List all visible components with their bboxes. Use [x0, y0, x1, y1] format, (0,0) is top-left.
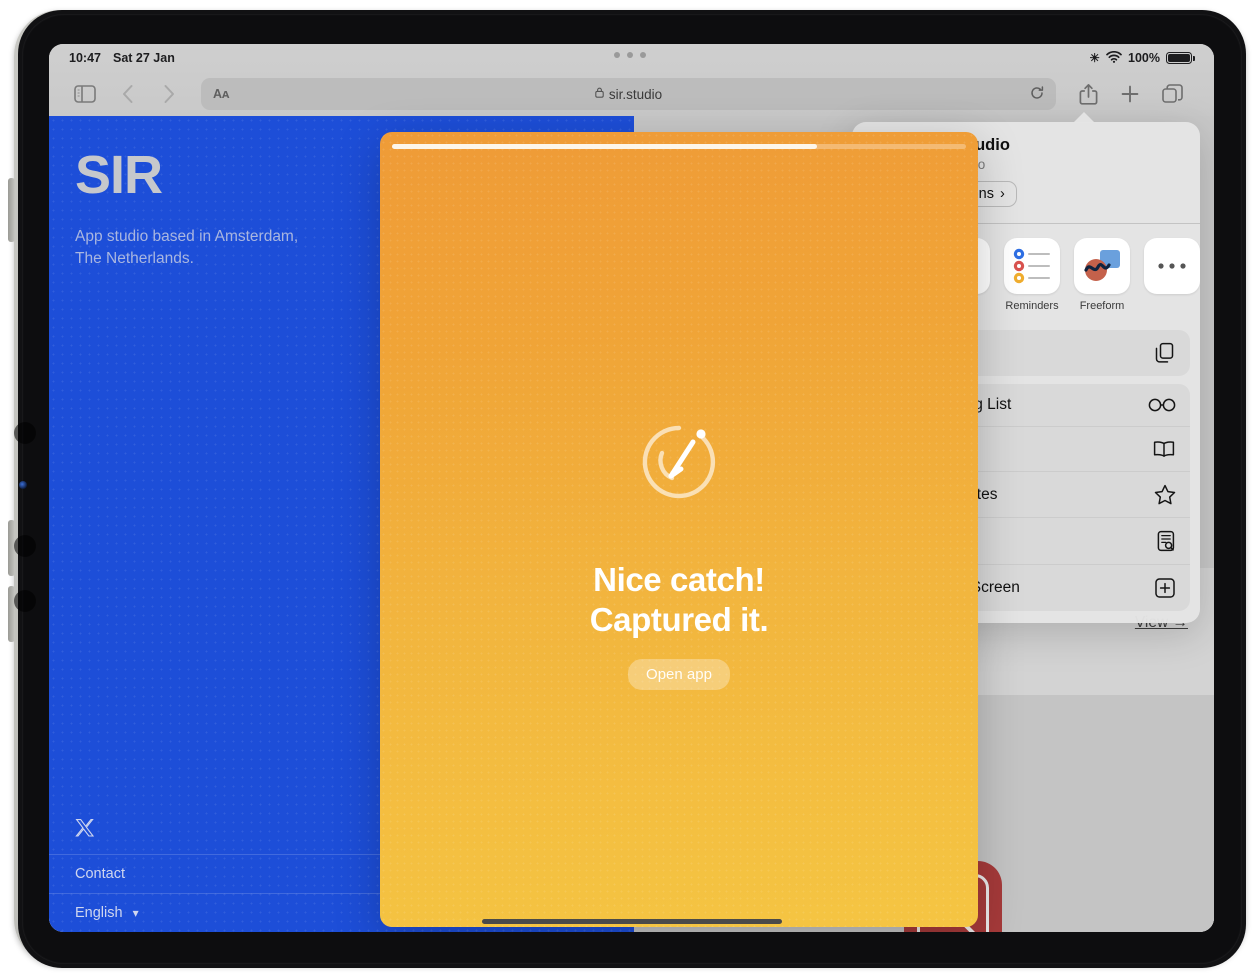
- browser-toolbar: Aᴀ sir.studio: [49, 72, 1214, 116]
- pen-circle-logo-icon: [631, 412, 727, 508]
- home-indicator[interactable]: [481, 919, 782, 924]
- sidebar-icon[interactable]: [65, 77, 105, 111]
- share-app-reminders[interactable]: Reminders: [1004, 238, 1060, 312]
- share-icon[interactable]: [1068, 77, 1108, 111]
- chevron-down-icon: ▾: [132, 906, 139, 920]
- reload-icon[interactable]: [1030, 85, 1044, 103]
- capture-success-overlay: Nice catch! Captured it. Open app: [380, 132, 978, 927]
- battery-icon: [1166, 51, 1195, 65]
- page-settings-icon[interactable]: Aᴀ: [213, 87, 229, 101]
- status-date: Sat 27 Jan: [112, 51, 175, 65]
- x-twitter-icon[interactable]: [75, 819, 95, 843]
- volume-down-button[interactable]: [8, 586, 15, 642]
- copy-icon: [1154, 342, 1176, 364]
- address-bar[interactable]: Aᴀ sir.studio: [201, 78, 1056, 110]
- tabs-overview-button[interactable]: [1152, 77, 1192, 111]
- open-app-button[interactable]: Open app: [628, 658, 730, 690]
- status-time: 10:47: [69, 51, 101, 65]
- status-bar: 10:47 Sat 27 Jan ☀ 100%: [49, 44, 1214, 72]
- capture-headline: Nice catch! Captured it.: [590, 560, 769, 641]
- page-tagline: App studio based in Amsterdam, The Nethe…: [75, 226, 298, 271]
- page-title: SIR: [75, 145, 163, 205]
- share-app-freeform[interactable]: Freeform: [1074, 238, 1130, 312]
- battery-percent: 100%: [1128, 51, 1160, 65]
- share-app-more[interactable]: [1144, 238, 1200, 312]
- reminders-app-icon: [1004, 238, 1060, 294]
- share-app-label: Reminders: [1005, 300, 1059, 312]
- share-app-label: Freeform: [1079, 300, 1125, 312]
- sun-icon: ☀: [1089, 51, 1101, 65]
- address-bar-url: sir.studio: [608, 86, 663, 102]
- front-camera-icon: [19, 481, 27, 489]
- status-bar-right: ☀ 100%: [1089, 50, 1195, 66]
- bezel-hole-mid: [14, 535, 36, 557]
- book-icon: [1152, 439, 1176, 459]
- plus-square-icon: [1154, 577, 1176, 599]
- wifi-icon: [1106, 50, 1122, 66]
- bezel-hole-top: [14, 422, 36, 444]
- capture-overlay-content: Nice catch! Captured it. Open app: [380, 412, 978, 690]
- capture-progress-fill: [392, 144, 817, 149]
- capture-progress-bar: [392, 144, 966, 149]
- capture-headline-line-2: Captured it.: [589, 601, 769, 639]
- star-icon: [1154, 484, 1176, 505]
- lock-icon: [595, 87, 604, 101]
- stage-manager-handle[interactable]: [614, 52, 646, 58]
- back-button[interactable]: [107, 77, 147, 111]
- bezel-hole-bottom: [14, 590, 36, 612]
- forward-button[interactable]: [149, 77, 189, 111]
- more-icon: [1144, 238, 1200, 294]
- power-button[interactable]: [8, 178, 15, 242]
- freeform-app-icon: [1074, 238, 1130, 294]
- screenshot-stage: 10:47 Sat 27 Jan ☀ 100% Aᴀ sir.studio SI…: [0, 0, 1260, 975]
- new-tab-button[interactable]: [1110, 77, 1150, 111]
- status-bar-left: 10:47 Sat 27 Jan: [69, 51, 175, 65]
- glasses-icon: [1148, 397, 1176, 413]
- chevron-right-icon: ›: [999, 186, 1005, 202]
- language-label: English: [75, 905, 123, 921]
- footer-contact-label: Contact: [75, 866, 125, 882]
- device-screen: 10:47 Sat 27 Jan ☀ 100% Aᴀ sir.studio SI…: [49, 44, 1214, 932]
- share-sheet-pointer: [1073, 112, 1095, 123]
- capture-headline-line-1: Nice catch!: [593, 561, 765, 598]
- tagline-line-1: App studio based in Amsterdam,: [75, 228, 299, 245]
- tagline-line-2: The Netherlands.: [75, 250, 194, 268]
- find-page-icon: [1156, 530, 1176, 552]
